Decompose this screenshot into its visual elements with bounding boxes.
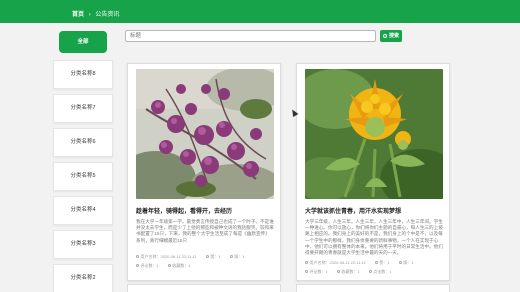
meta-views: 点击数：1 <box>373 269 392 274</box>
meta-favorites: 收藏数：1 <box>172 263 191 268</box>
article-title[interactable]: 大学就该抓住青春，用汗水实现梦想 <box>305 206 443 215</box>
category-item[interactable]: 分类名称8 <box>53 60 113 89</box>
category-item[interactable]: 分类名称7 <box>53 94 113 123</box>
article-card-partial[interactable] <box>296 284 450 292</box>
user-icon <box>305 261 308 264</box>
meta-author-date: 用户名称：2020-06-11 22:11:11 <box>140 254 197 259</box>
article-image-flower[interactable] <box>305 69 443 199</box>
like-icon[interactable] <box>374 261 378 264</box>
top-bar: 首页 › 公告资讯 <box>0 0 520 23</box>
article-meta-row: 评论数：1 收藏数：1 点击数：1 <box>305 269 399 275</box>
search-button[interactable]: 搜索 <box>380 30 402 42</box>
meta-dislikes: 踩：1 <box>234 254 245 259</box>
category-item[interactable]: 分类名称6 <box>53 128 113 157</box>
user-icon <box>136 255 139 258</box>
article-card-partial[interactable] <box>127 284 281 292</box>
dislike-icon[interactable] <box>229 255 233 258</box>
article-excerpt: 大学三年级，人生三年。人生三年，人生三年中，人生三年间。学生一种进心。你可以放心… <box>305 219 443 256</box>
meta-favorites: 收藏数：1 <box>341 269 360 274</box>
search-button-label: 搜索 <box>388 33 399 39</box>
search-input[interactable] <box>125 30 376 42</box>
meta-comments: 评论数：1 <box>140 263 159 268</box>
meta-dislikes: 踩：1 <box>403 260 414 265</box>
meta-likes: 赞：1 <box>210 254 221 259</box>
article-image-berries[interactable] <box>136 69 274 199</box>
meta-comments: 评论数：1 <box>309 269 328 274</box>
category-item[interactable]: 分类名称5 <box>53 162 113 191</box>
article-meta-row: 用户名称：2020-06-11 22:11:11 赞：1 踩：1 <box>136 254 252 260</box>
comment-icon <box>136 264 139 267</box>
breadcrumb: 首页 › 公告资讯 <box>72 9 119 18</box>
comment-icon <box>305 270 308 273</box>
breadcrumb-current: 公告资讯 <box>95 12 120 18</box>
category-item[interactable]: 分类名称2 <box>53 264 113 292</box>
breadcrumb-separator: › <box>88 12 91 18</box>
like-icon[interactable] <box>205 255 209 258</box>
favorite-icon <box>167 264 171 267</box>
favorite-icon <box>336 270 340 273</box>
breadcrumb-home-link[interactable]: 首页 <box>72 9 84 18</box>
dislike-icon[interactable] <box>398 261 402 264</box>
article-meta-row: 用户名称：2020-06-11 22:11:11 赞：1 踩：1 <box>305 260 421 266</box>
category-all-button[interactable]: 全部 <box>59 31 107 53</box>
category-item[interactable]: 分类名称3 <box>53 230 113 259</box>
meta-likes: 赞：1 <box>379 260 390 265</box>
article-meta-row: 评论数：1 收藏数：1 <box>136 263 199 269</box>
meta-author-date: 用户名称：2020-06-11 22:11:11 <box>309 260 366 265</box>
category-sidebar: 全部 分类名称8 分类名称7 分类名称6 分类名称5 分类名称4 分类名称3 分… <box>53 23 113 292</box>
article-title[interactable]: 趁着年轻，骑得起，看得开，去经历 <box>136 206 274 215</box>
article-excerpt: 我在大学一年级第一学。最觉勇言传授自己也成了一个时子。不是谁并没太去学生，而是少… <box>136 219 274 243</box>
search-icon <box>382 33 387 38</box>
article-card[interactable]: 趁着年轻，骑得起，看得开，去经历 我在大学一年级第一学。最觉勇言传授自己也成了一… <box>127 63 281 281</box>
view-icon <box>368 270 372 273</box>
category-item[interactable]: 分类名称4 <box>53 196 113 225</box>
article-card[interactable]: 大学就该抓住青春，用汗水实现梦想 大学三年级，人生三年。人生三年，人生三年中，人… <box>296 63 450 281</box>
